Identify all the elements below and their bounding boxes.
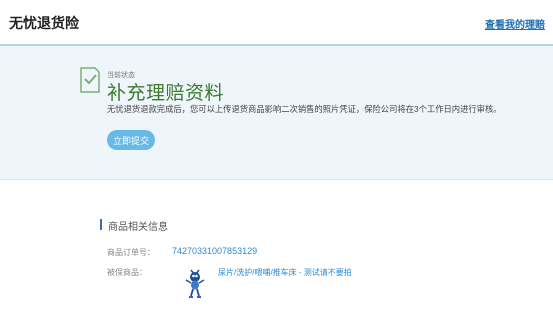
section-marker xyxy=(100,219,102,230)
section-title: 商品相关信息 xyxy=(108,222,168,233)
product-thumbnail[interactable] xyxy=(183,266,207,300)
submit-now-button[interactable]: 立即提交 xyxy=(107,130,155,150)
order-number-label: 商品订单号： xyxy=(107,248,155,257)
goods-info-section xyxy=(0,180,553,324)
view-my-claims-link[interactable]: 查看我的理赔 xyxy=(485,16,545,31)
status-title: 补充理赔资料 xyxy=(107,83,225,104)
status-description: 无忧退货退款完成后，您可以上传退货商品影响二次销售的照片凭证，保险公司将在3个工… xyxy=(107,104,502,114)
page-header: 无忧退货险 查看我的理赔 xyxy=(0,0,553,46)
order-number-value: 74270331007853129 xyxy=(172,246,258,256)
document-check-icon xyxy=(80,67,100,93)
insured-goods-label: 被保商品： xyxy=(107,268,147,277)
insured-goods-link[interactable]: 尿片/洗护/喂哺/推车床 - 测试请不要拍 xyxy=(218,267,352,278)
page-title: 无忧退货险 xyxy=(9,15,79,31)
